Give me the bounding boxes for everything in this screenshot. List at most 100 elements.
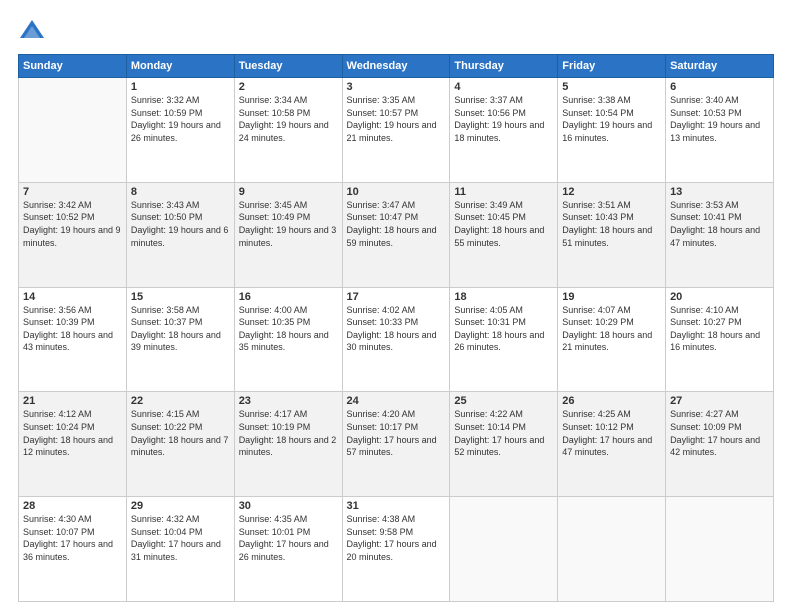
calendar-week-row: 7Sunrise: 3:42 AM Sunset: 10:52 PM Dayli…	[19, 182, 774, 287]
calendar-cell: 16Sunrise: 4:00 AM Sunset: 10:35 PM Dayl…	[234, 287, 342, 392]
day-info: Sunrise: 4:15 AM Sunset: 10:22 PM Daylig…	[131, 408, 230, 458]
day-number: 9	[239, 186, 338, 198]
day-number: 22	[131, 395, 230, 407]
calendar-cell: 12Sunrise: 3:51 AM Sunset: 10:43 PM Dayl…	[558, 182, 666, 287]
day-number: 8	[131, 186, 230, 198]
day-number: 6	[670, 81, 769, 93]
day-number: 27	[670, 395, 769, 407]
day-info: Sunrise: 3:43 AM Sunset: 10:50 PM Daylig…	[131, 199, 230, 249]
calendar-week-row: 28Sunrise: 4:30 AM Sunset: 10:07 PM Dayl…	[19, 497, 774, 602]
calendar-cell: 28Sunrise: 4:30 AM Sunset: 10:07 PM Dayl…	[19, 497, 127, 602]
calendar-cell: 29Sunrise: 4:32 AM Sunset: 10:04 PM Dayl…	[126, 497, 234, 602]
day-info: Sunrise: 3:47 AM Sunset: 10:47 PM Daylig…	[347, 199, 446, 249]
day-info: Sunrise: 4:07 AM Sunset: 10:29 PM Daylig…	[562, 304, 661, 354]
calendar-week-row: 1Sunrise: 3:32 AM Sunset: 10:59 PM Dayli…	[19, 78, 774, 183]
calendar-cell: 7Sunrise: 3:42 AM Sunset: 10:52 PM Dayli…	[19, 182, 127, 287]
day-number: 12	[562, 186, 661, 198]
calendar-cell: 17Sunrise: 4:02 AM Sunset: 10:33 PM Dayl…	[342, 287, 450, 392]
day-number: 29	[131, 500, 230, 512]
weekday-header: Sunday	[19, 55, 127, 78]
day-number: 4	[454, 81, 553, 93]
calendar-cell: 23Sunrise: 4:17 AM Sunset: 10:19 PM Dayl…	[234, 392, 342, 497]
calendar-cell: 20Sunrise: 4:10 AM Sunset: 10:27 PM Dayl…	[666, 287, 774, 392]
day-info: Sunrise: 3:51 AM Sunset: 10:43 PM Daylig…	[562, 199, 661, 249]
logo-icon	[18, 18, 46, 46]
calendar-cell: 26Sunrise: 4:25 AM Sunset: 10:12 PM Dayl…	[558, 392, 666, 497]
day-number: 30	[239, 500, 338, 512]
day-info: Sunrise: 4:02 AM Sunset: 10:33 PM Daylig…	[347, 304, 446, 354]
day-number: 11	[454, 186, 553, 198]
calendar-cell	[19, 78, 127, 183]
calendar-cell: 6Sunrise: 3:40 AM Sunset: 10:53 PM Dayli…	[666, 78, 774, 183]
calendar-cell: 9Sunrise: 3:45 AM Sunset: 10:49 PM Dayli…	[234, 182, 342, 287]
weekday-header: Thursday	[450, 55, 558, 78]
day-info: Sunrise: 4:38 AM Sunset: 9:58 PM Dayligh…	[347, 513, 446, 563]
calendar-cell: 5Sunrise: 3:38 AM Sunset: 10:54 PM Dayli…	[558, 78, 666, 183]
day-number: 13	[670, 186, 769, 198]
day-number: 18	[454, 291, 553, 303]
calendar-cell: 13Sunrise: 3:53 AM Sunset: 10:41 PM Dayl…	[666, 182, 774, 287]
day-info: Sunrise: 3:53 AM Sunset: 10:41 PM Daylig…	[670, 199, 769, 249]
calendar-cell: 10Sunrise: 3:47 AM Sunset: 10:47 PM Dayl…	[342, 182, 450, 287]
day-info: Sunrise: 4:32 AM Sunset: 10:04 PM Daylig…	[131, 513, 230, 563]
calendar-week-row: 21Sunrise: 4:12 AM Sunset: 10:24 PM Dayl…	[19, 392, 774, 497]
calendar-cell: 25Sunrise: 4:22 AM Sunset: 10:14 PM Dayl…	[450, 392, 558, 497]
day-info: Sunrise: 3:32 AM Sunset: 10:59 PM Daylig…	[131, 94, 230, 144]
day-number: 7	[23, 186, 122, 198]
day-number: 16	[239, 291, 338, 303]
day-info: Sunrise: 4:05 AM Sunset: 10:31 PM Daylig…	[454, 304, 553, 354]
calendar-cell: 1Sunrise: 3:32 AM Sunset: 10:59 PM Dayli…	[126, 78, 234, 183]
day-info: Sunrise: 4:35 AM Sunset: 10:01 PM Daylig…	[239, 513, 338, 563]
day-info: Sunrise: 4:12 AM Sunset: 10:24 PM Daylig…	[23, 408, 122, 458]
calendar-cell: 4Sunrise: 3:37 AM Sunset: 10:56 PM Dayli…	[450, 78, 558, 183]
day-number: 21	[23, 395, 122, 407]
day-info: Sunrise: 3:38 AM Sunset: 10:54 PM Daylig…	[562, 94, 661, 144]
calendar-cell: 19Sunrise: 4:07 AM Sunset: 10:29 PM Dayl…	[558, 287, 666, 392]
day-number: 24	[347, 395, 446, 407]
day-info: Sunrise: 4:00 AM Sunset: 10:35 PM Daylig…	[239, 304, 338, 354]
calendar-cell: 30Sunrise: 4:35 AM Sunset: 10:01 PM Dayl…	[234, 497, 342, 602]
calendar-cell: 14Sunrise: 3:56 AM Sunset: 10:39 PM Dayl…	[19, 287, 127, 392]
day-number: 19	[562, 291, 661, 303]
calendar-table: SundayMondayTuesdayWednesdayThursdayFrid…	[18, 54, 774, 602]
calendar-cell: 3Sunrise: 3:35 AM Sunset: 10:57 PM Dayli…	[342, 78, 450, 183]
calendar-cell: 31Sunrise: 4:38 AM Sunset: 9:58 PM Dayli…	[342, 497, 450, 602]
day-info: Sunrise: 4:20 AM Sunset: 10:17 PM Daylig…	[347, 408, 446, 458]
calendar-cell: 18Sunrise: 4:05 AM Sunset: 10:31 PM Dayl…	[450, 287, 558, 392]
day-info: Sunrise: 4:22 AM Sunset: 10:14 PM Daylig…	[454, 408, 553, 458]
calendar-cell	[558, 497, 666, 602]
day-info: Sunrise: 3:45 AM Sunset: 10:49 PM Daylig…	[239, 199, 338, 249]
day-number: 5	[562, 81, 661, 93]
day-info: Sunrise: 3:42 AM Sunset: 10:52 PM Daylig…	[23, 199, 122, 249]
day-info: Sunrise: 4:25 AM Sunset: 10:12 PM Daylig…	[562, 408, 661, 458]
calendar-week-row: 14Sunrise: 3:56 AM Sunset: 10:39 PM Dayl…	[19, 287, 774, 392]
calendar-cell	[450, 497, 558, 602]
day-info: Sunrise: 3:35 AM Sunset: 10:57 PM Daylig…	[347, 94, 446, 144]
day-info: Sunrise: 3:37 AM Sunset: 10:56 PM Daylig…	[454, 94, 553, 144]
weekday-header: Friday	[558, 55, 666, 78]
weekday-header: Monday	[126, 55, 234, 78]
day-info: Sunrise: 4:30 AM Sunset: 10:07 PM Daylig…	[23, 513, 122, 563]
day-number: 15	[131, 291, 230, 303]
day-number: 14	[23, 291, 122, 303]
weekday-header: Saturday	[666, 55, 774, 78]
day-number: 20	[670, 291, 769, 303]
calendar-cell	[666, 497, 774, 602]
day-number: 26	[562, 395, 661, 407]
weekday-header: Tuesday	[234, 55, 342, 78]
day-info: Sunrise: 3:58 AM Sunset: 10:37 PM Daylig…	[131, 304, 230, 354]
day-number: 31	[347, 500, 446, 512]
calendar-cell: 22Sunrise: 4:15 AM Sunset: 10:22 PM Dayl…	[126, 392, 234, 497]
calendar-cell: 24Sunrise: 4:20 AM Sunset: 10:17 PM Dayl…	[342, 392, 450, 497]
calendar-header-row: SundayMondayTuesdayWednesdayThursdayFrid…	[19, 55, 774, 78]
day-number: 25	[454, 395, 553, 407]
day-number: 3	[347, 81, 446, 93]
day-info: Sunrise: 4:17 AM Sunset: 10:19 PM Daylig…	[239, 408, 338, 458]
day-number: 23	[239, 395, 338, 407]
logo	[18, 18, 50, 46]
calendar-cell: 2Sunrise: 3:34 AM Sunset: 10:58 PM Dayli…	[234, 78, 342, 183]
calendar-cell: 21Sunrise: 4:12 AM Sunset: 10:24 PM Dayl…	[19, 392, 127, 497]
day-number: 28	[23, 500, 122, 512]
day-info: Sunrise: 3:49 AM Sunset: 10:45 PM Daylig…	[454, 199, 553, 249]
day-number: 2	[239, 81, 338, 93]
